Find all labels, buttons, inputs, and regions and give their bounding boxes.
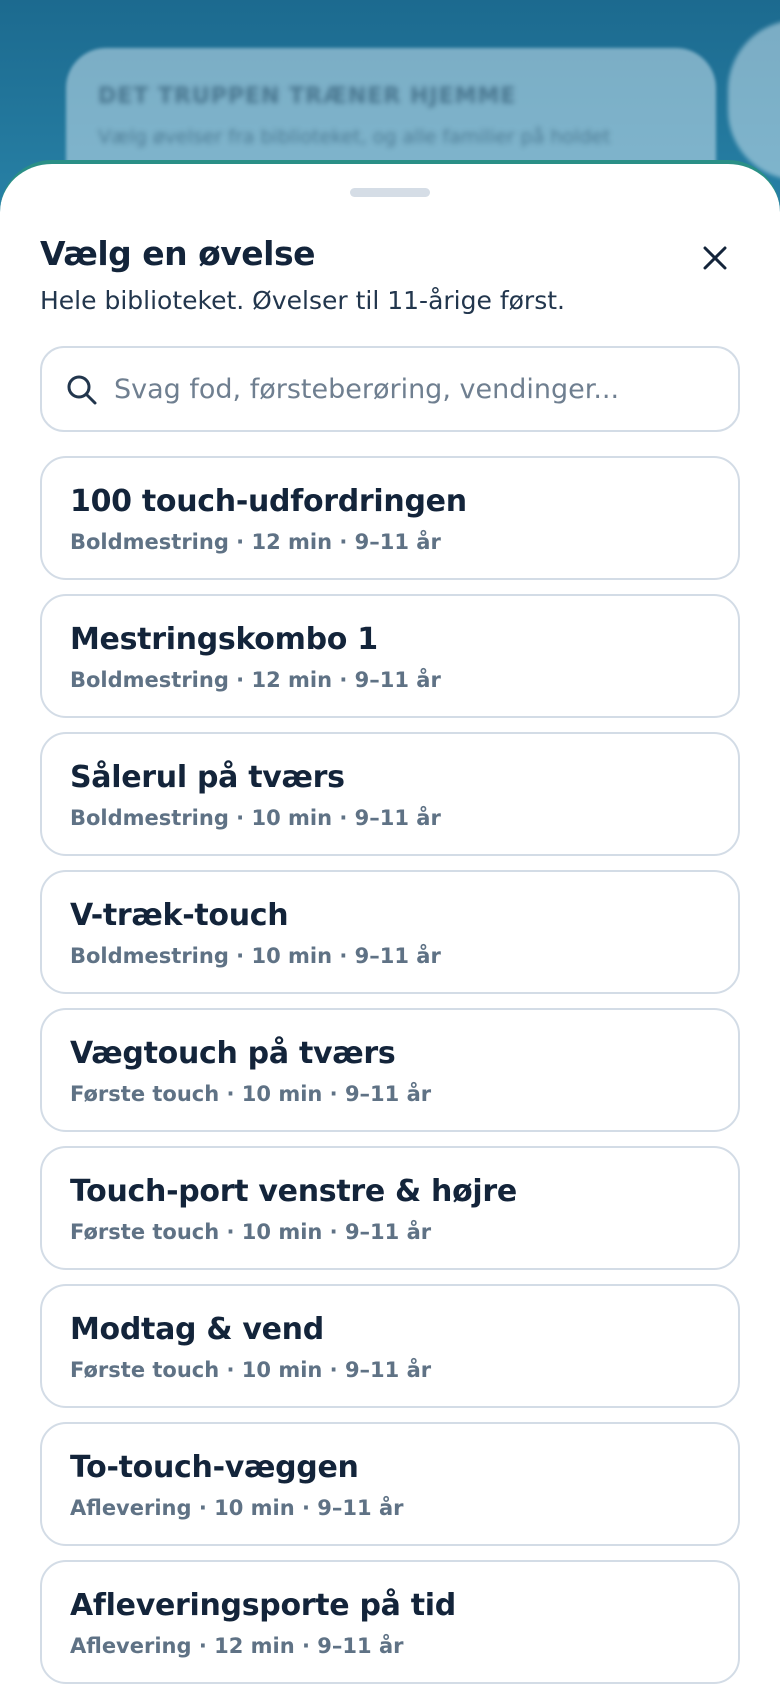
exercise-meta: Boldmestring · 10 min · 9–11 år (70, 944, 441, 968)
exercise-title: Touch-port venstre & højre (70, 1174, 517, 1209)
exercise-title: 100 touch-udfordringen (70, 484, 467, 519)
exercise-meta: Første touch · 10 min · 9–11 år (70, 1220, 432, 1244)
exercise-title: Modtag & vend (70, 1312, 324, 1347)
exercise-title: To-touch-væggen (70, 1450, 359, 1485)
exercise-title: Vægtouch på tværs (70, 1036, 396, 1071)
exercise-meta: Første touch · 10 min · 9–11 år (70, 1358, 432, 1382)
exercise-meta: Boldmestring · 12 min · 9–11 år (70, 668, 441, 692)
background-card-title: DET TRUPPEN TRÆNER HJEMME (98, 84, 517, 109)
exercise-item[interactable]: Modtag & vend Første touch · 10 min · 9–… (40, 1284, 740, 1408)
exercise-picker-sheet: Vælg en øvelse Hele biblioteket. Øvelser… (0, 160, 780, 1688)
exercise-list: 100 touch-udfordringen Boldmestring · 12… (40, 456, 740, 1688)
exercise-meta: Boldmestring · 12 min · 9–11 år (70, 530, 441, 554)
close-icon (703, 246, 727, 270)
exercise-meta: Boldmestring · 10 min · 9–11 år (70, 806, 441, 830)
exercise-title: V-træk-touch (70, 898, 289, 933)
search-input[interactable] (114, 362, 714, 416)
exercise-title: Afleveringsporte på tid (70, 1588, 456, 1623)
background-card-subtitle: Vælg øvelser fra biblioteket, og alle fa… (98, 126, 611, 148)
exercise-meta: Aflevering · 12 min · 9–11 år (70, 1634, 404, 1658)
close-button[interactable] (696, 239, 734, 277)
exercise-item[interactable]: 100 touch-udfordringen Boldmestring · 12… (40, 456, 740, 580)
exercise-meta: Første touch · 10 min · 9–11 år (70, 1082, 432, 1106)
exercise-item[interactable]: Mestringskombo 1 Boldmestring · 12 min ·… (40, 594, 740, 718)
exercise-item[interactable]: Touch-port venstre & højre Første touch … (40, 1146, 740, 1270)
sheet-drag-handle[interactable] (350, 188, 430, 197)
exercise-item[interactable]: V-træk-touch Boldmestring · 10 min · 9–1… (40, 870, 740, 994)
search-icon (67, 375, 97, 405)
exercise-item[interactable]: Afleveringsporte på tid Aflevering · 12 … (40, 1560, 740, 1684)
search-field[interactable] (40, 346, 740, 432)
background-blob (728, 20, 780, 180)
exercise-item[interactable]: Sålerul på tværs Boldmestring · 10 min ·… (40, 732, 740, 856)
sheet-subtitle: Hele biblioteket. Øvelser til 11-årige f… (40, 286, 565, 315)
exercise-title: Sålerul på tværs (70, 760, 345, 795)
exercise-title: Mestringskombo 1 (70, 622, 378, 657)
sheet-title: Vælg en øvelse (40, 234, 316, 273)
exercise-item[interactable]: Vægtouch på tværs Første touch · 10 min … (40, 1008, 740, 1132)
exercise-meta: Aflevering · 10 min · 9–11 år (70, 1496, 404, 1520)
exercise-item[interactable]: To-touch-væggen Aflevering · 10 min · 9–… (40, 1422, 740, 1546)
